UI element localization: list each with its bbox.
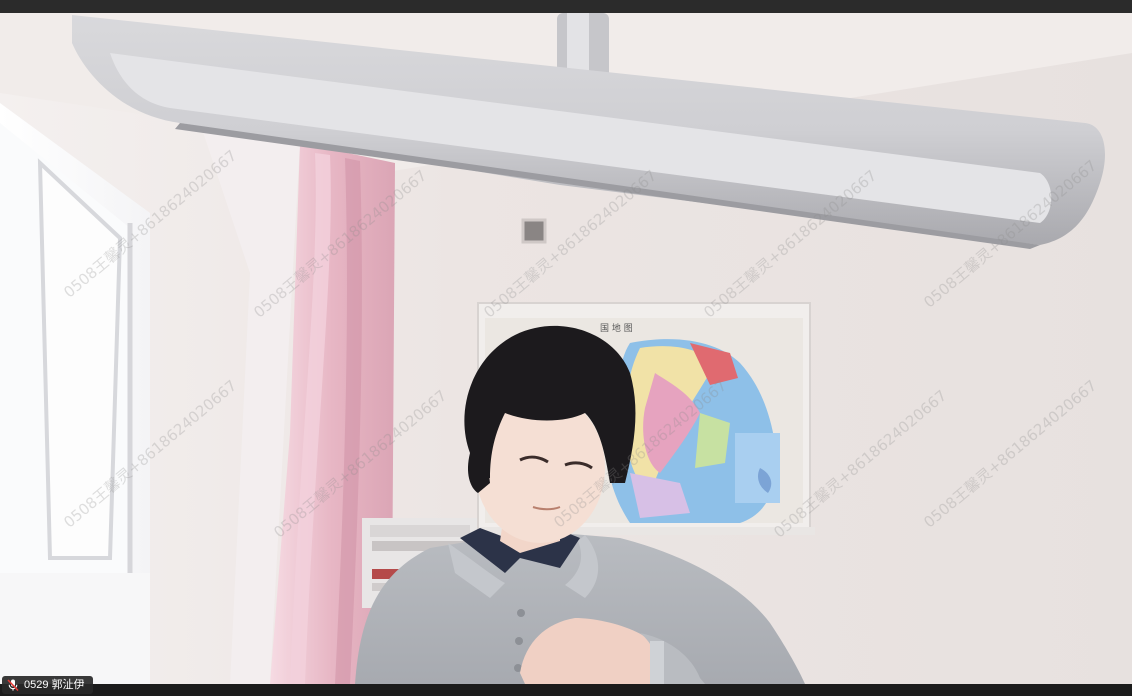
top-frame-bar: [0, 0, 1132, 13]
video-frame-scene: 国 地 图: [0, 13, 1132, 684]
map-title: 国 地 图: [600, 322, 633, 334]
participant-name-label: 0529 郭沚伊: [24, 679, 85, 691]
mic-muted-icon[interactable]: [6, 678, 20, 692]
video-call-window: 国 地 图 0508王馨灵+8618624020667 0508王馨灵+8618…: [0, 0, 1132, 696]
bottom-frame-bar: [0, 684, 1132, 696]
wall-switch: [521, 218, 547, 244]
participant-name-tag[interactable]: 0529 郭沚伊: [2, 676, 93, 694]
participant-video[interactable]: 国 地 图 0508王馨灵+8618624020667 0508王馨灵+8618…: [0, 13, 1132, 684]
